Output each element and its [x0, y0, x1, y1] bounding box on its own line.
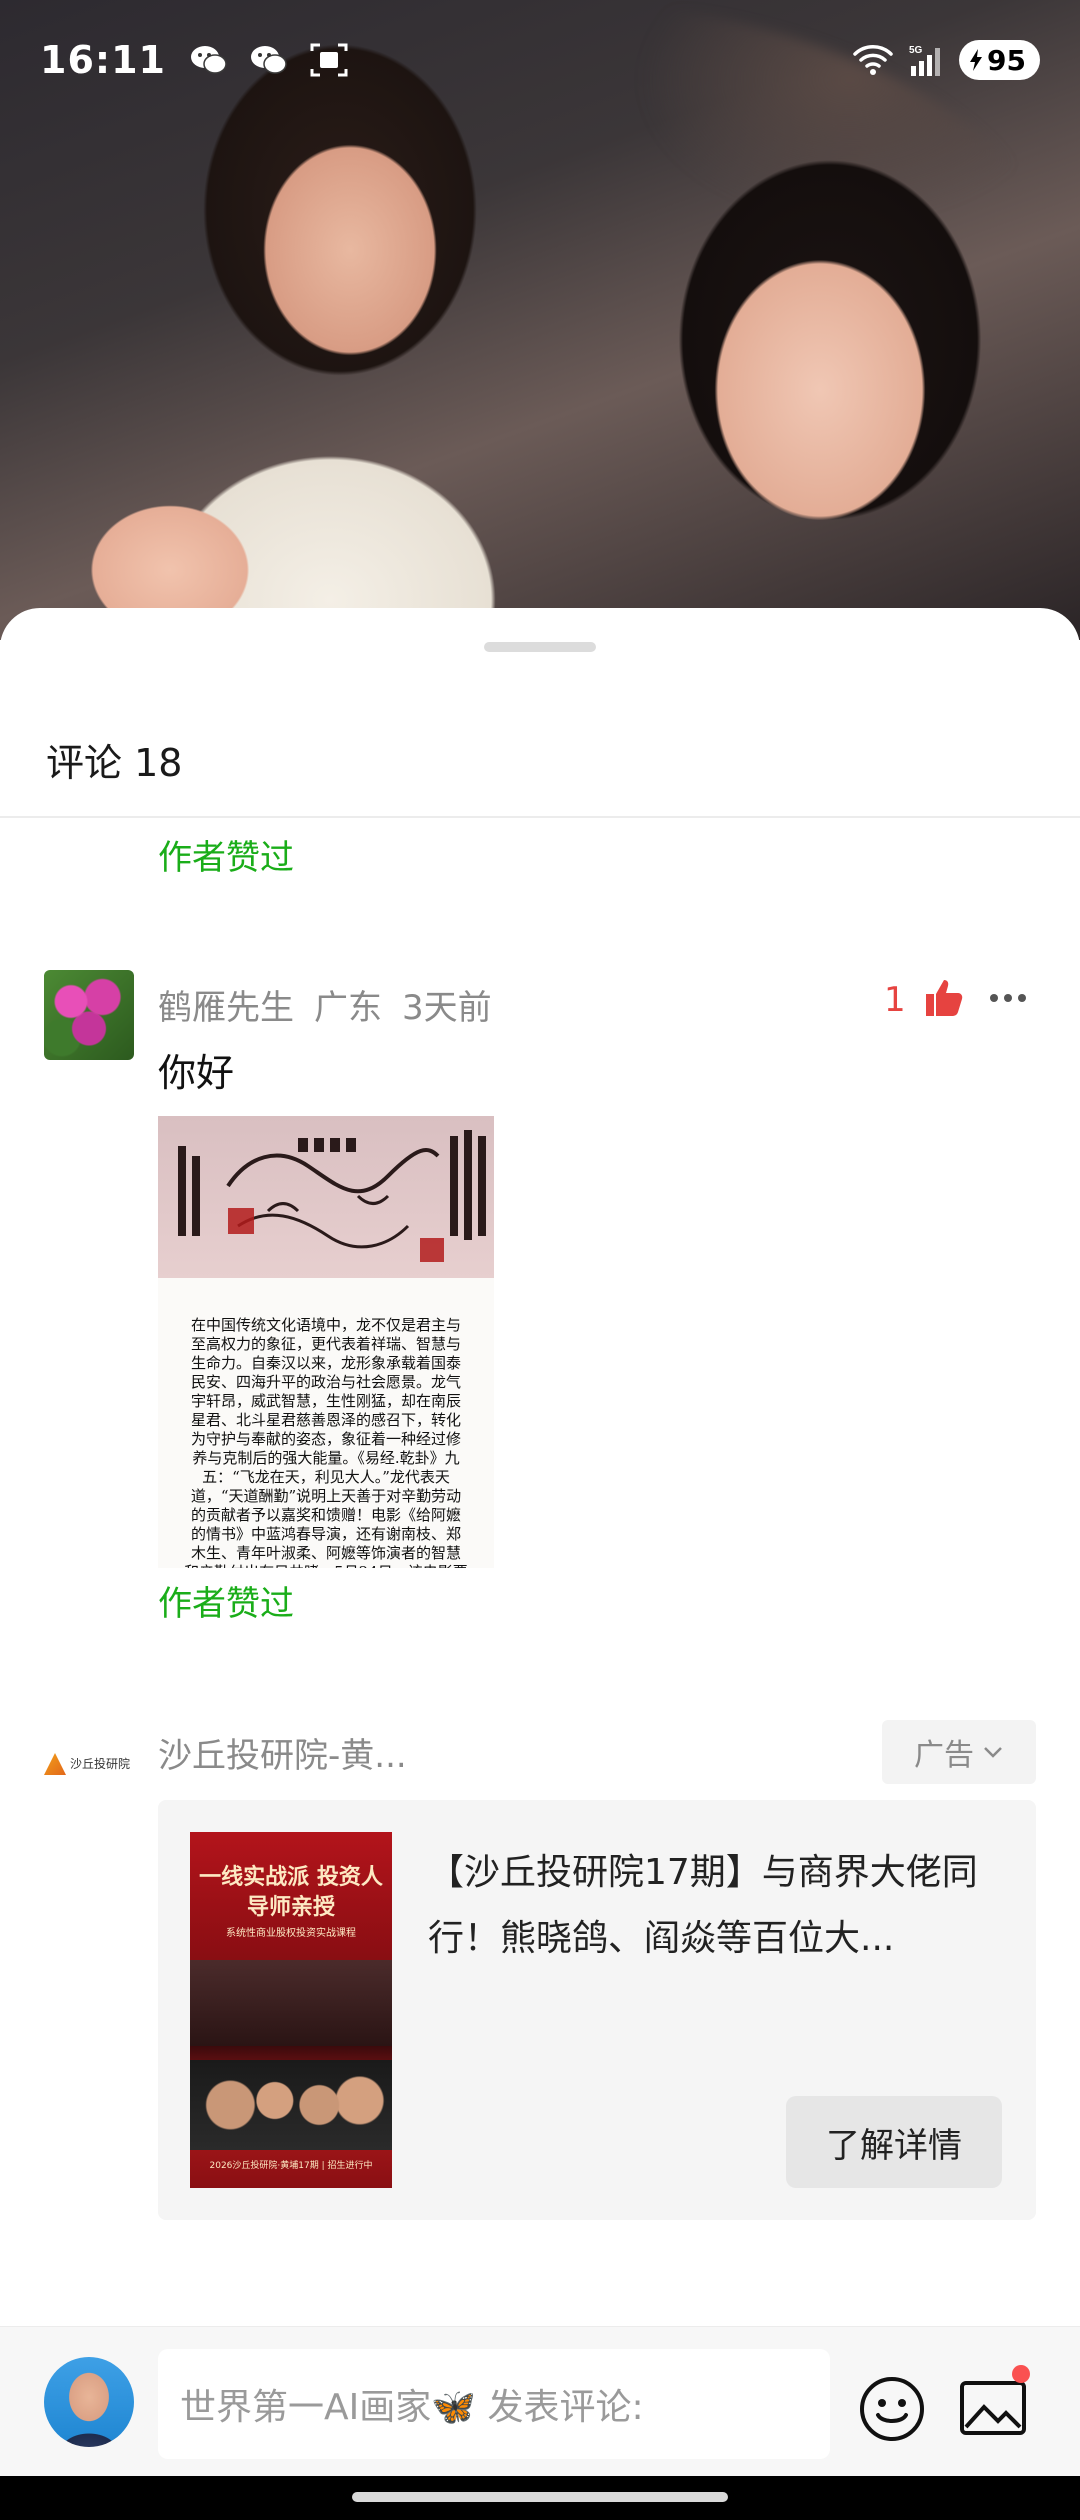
logo-text: 沙丘投研院 [70, 1757, 131, 1771]
charging-icon [970, 49, 983, 71]
status-bar: 16:11 5G 95 [0, 0, 1080, 120]
battery-level: 95 [987, 43, 1026, 77]
commenter-region: 广东 [314, 988, 382, 1028]
commenter-avatar[interactable] [44, 970, 134, 1060]
chevron-down-icon [984, 1747, 1002, 1758]
poster-faces [190, 2060, 392, 2150]
poster-title: 一线实战派 投资人导师亲授 [199, 1864, 383, 1920]
my-avatar[interactable] [44, 2357, 134, 2447]
ad-tag-label: 广告 [914, 1738, 974, 1773]
comments-sheet: 评论 18 作者赞过 鹤雁先生 广东 3天前 1 你好 在中国传统文化语境中，龙… [0, 608, 1080, 2520]
logo-mark [44, 1753, 66, 1775]
ad-title: 【沙丘投研院17期】与商界大佬同行！熊晓鸽、阎焱等百位大... [428, 1852, 978, 1959]
advertiser-name[interactable]: 沙丘投研院-黄... [158, 1728, 407, 1777]
author-liked-label: 作者赞过 [158, 838, 294, 878]
drag-handle[interactable] [484, 642, 596, 652]
ad-tag-button[interactable]: 广告 [882, 1720, 1036, 1784]
signal-icon: 5G [909, 45, 941, 76]
commenter-name[interactable]: 鹤雁先生 [158, 980, 294, 1029]
comment-meta: 鹤雁先生 广东 3天前 [158, 980, 492, 1029]
image-article-text: 在中国传统文化语境中，龙不仅是君主与至高权力的象征，更代表着祥瑞、智慧与生命力。… [158, 1278, 494, 1568]
learn-more-button[interactable]: 了解详情 [786, 2096, 1002, 2188]
comments-title: 评论 18 [46, 741, 183, 785]
comment-time: 3天前 [402, 988, 492, 1028]
wechat-icon [250, 46, 287, 74]
more-icon[interactable] [990, 978, 1034, 1018]
comment-input-bar: 世界第一AI画家🦋 发表评论: [0, 2326, 1080, 2476]
like-count: 1 [884, 980, 906, 1020]
battery-indicator: 95 [959, 40, 1040, 80]
status-time: 16:11 [40, 38, 166, 82]
divider [0, 816, 1080, 818]
ad-card[interactable]: 一线实战派 投资人导师亲授 系统性商业股权投资实战课程 2026沙丘投研院·黄埔… [158, 1800, 1036, 2220]
thumbs-up-icon[interactable] [920, 974, 968, 1022]
comment-text: 你好 [158, 1051, 235, 1095]
image-icon[interactable] [958, 2375, 1028, 2439]
person-right [600, 60, 1080, 640]
advertiser-logo[interactable]: 沙丘投研院 [44, 1746, 136, 1782]
calligraphy-banner [158, 1116, 494, 1278]
poster-subtitle: 系统性商业股权投资实战课程 [226, 1928, 356, 1939]
notification-dot [1012, 2365, 1030, 2383]
screenshot-icon [310, 43, 348, 77]
poster-photo [190, 1960, 392, 2046]
svg-text:5G: 5G [909, 45, 923, 56]
wechat-icon [190, 46, 227, 74]
gesture-nav-area [0, 2476, 1080, 2520]
ad-poster-image: 一线实战派 投资人导师亲授 系统性商业股权投资实战课程 2026沙丘投研院·黄埔… [190, 1832, 392, 2188]
poster-footer: 2026沙丘投研院·黄埔17期 | 招生进行中 [209, 2161, 373, 2171]
comment-input[interactable]: 世界第一AI画家🦋 发表评论: [158, 2349, 830, 2459]
home-indicator[interactable] [352, 2492, 728, 2502]
wifi-icon [853, 45, 893, 75]
comment-image[interactable]: 在中国传统文化语境中，龙不仅是君主与至高权力的象征，更代表着祥瑞、智慧与生命力。… [158, 1116, 494, 1568]
author-liked-label: 作者赞过 [158, 1584, 294, 1624]
emoji-icon[interactable] [858, 2375, 926, 2443]
